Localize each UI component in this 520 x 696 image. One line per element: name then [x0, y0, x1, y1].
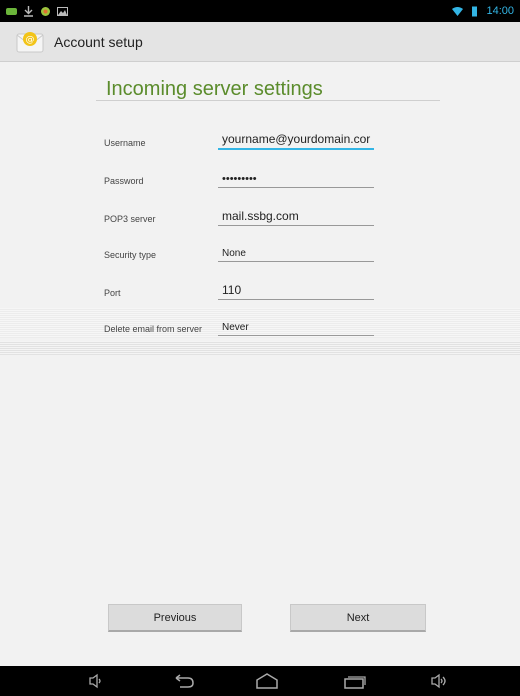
delete-email-label: Delete email from server — [104, 324, 203, 334]
back-icon[interactable] — [170, 672, 196, 690]
separator-band — [0, 341, 520, 355]
home-icon[interactable] — [254, 672, 280, 690]
password-label: Password — [104, 176, 144, 186]
battery-icon — [472, 6, 478, 16]
recent-apps-icon[interactable] — [342, 672, 368, 690]
email-icon: @ — [16, 31, 44, 52]
account-setup-form: Incoming server settings Username yourna… — [0, 62, 520, 666]
pop3-server-row: POP3 server mail.ssbg.com — [0, 198, 520, 228]
page-title: Incoming server settings — [106, 78, 323, 100]
port-label: Port — [104, 288, 121, 298]
volume-up-icon[interactable] — [428, 672, 450, 690]
delete-email-row: Delete email from server Never — [0, 308, 520, 338]
next-button[interactable]: Next — [290, 604, 426, 632]
svg-text:@: @ — [26, 35, 35, 45]
action-bar: @ Account setup — [0, 22, 520, 62]
port-row: Port 110 — [0, 272, 520, 302]
delete-email-select[interactable]: Never — [218, 316, 374, 336]
port-input[interactable]: 110 — [218, 280, 374, 300]
username-row: Username yourname@yourdomain.cor — [0, 122, 520, 152]
wifi-icon — [452, 6, 464, 16]
security-type-label: Security type — [104, 250, 157, 260]
password-row: Password ••••••••• — [0, 160, 520, 190]
pop3-server-input[interactable]: mail.ssbg.com — [218, 206, 374, 226]
navigation-bar — [0, 666, 520, 696]
security-type-row: Security type None — [0, 234, 520, 264]
password-input[interactable]: ••••••••• — [218, 168, 374, 188]
action-bar-title: Account setup — [54, 33, 143, 50]
pop3-server-label: POP3 server — [104, 214, 156, 224]
volume-down-icon[interactable] — [84, 672, 106, 690]
image-icon — [57, 6, 68, 16]
username-label: Username — [104, 138, 146, 148]
status-time: 14:00 — [486, 5, 514, 17]
chat-notification-icon — [6, 7, 17, 15]
status-bar: 14:00 — [0, 0, 520, 22]
username-input[interactable]: yourname@yourdomain.cor — [218, 130, 374, 150]
android-icon — [41, 6, 50, 16]
security-type-select[interactable]: None — [218, 242, 374, 262]
title-divider — [96, 100, 440, 101]
download-icon — [24, 5, 33, 17]
previous-button[interactable]: Previous — [108, 604, 242, 632]
notification-icons — [6, 5, 68, 17]
